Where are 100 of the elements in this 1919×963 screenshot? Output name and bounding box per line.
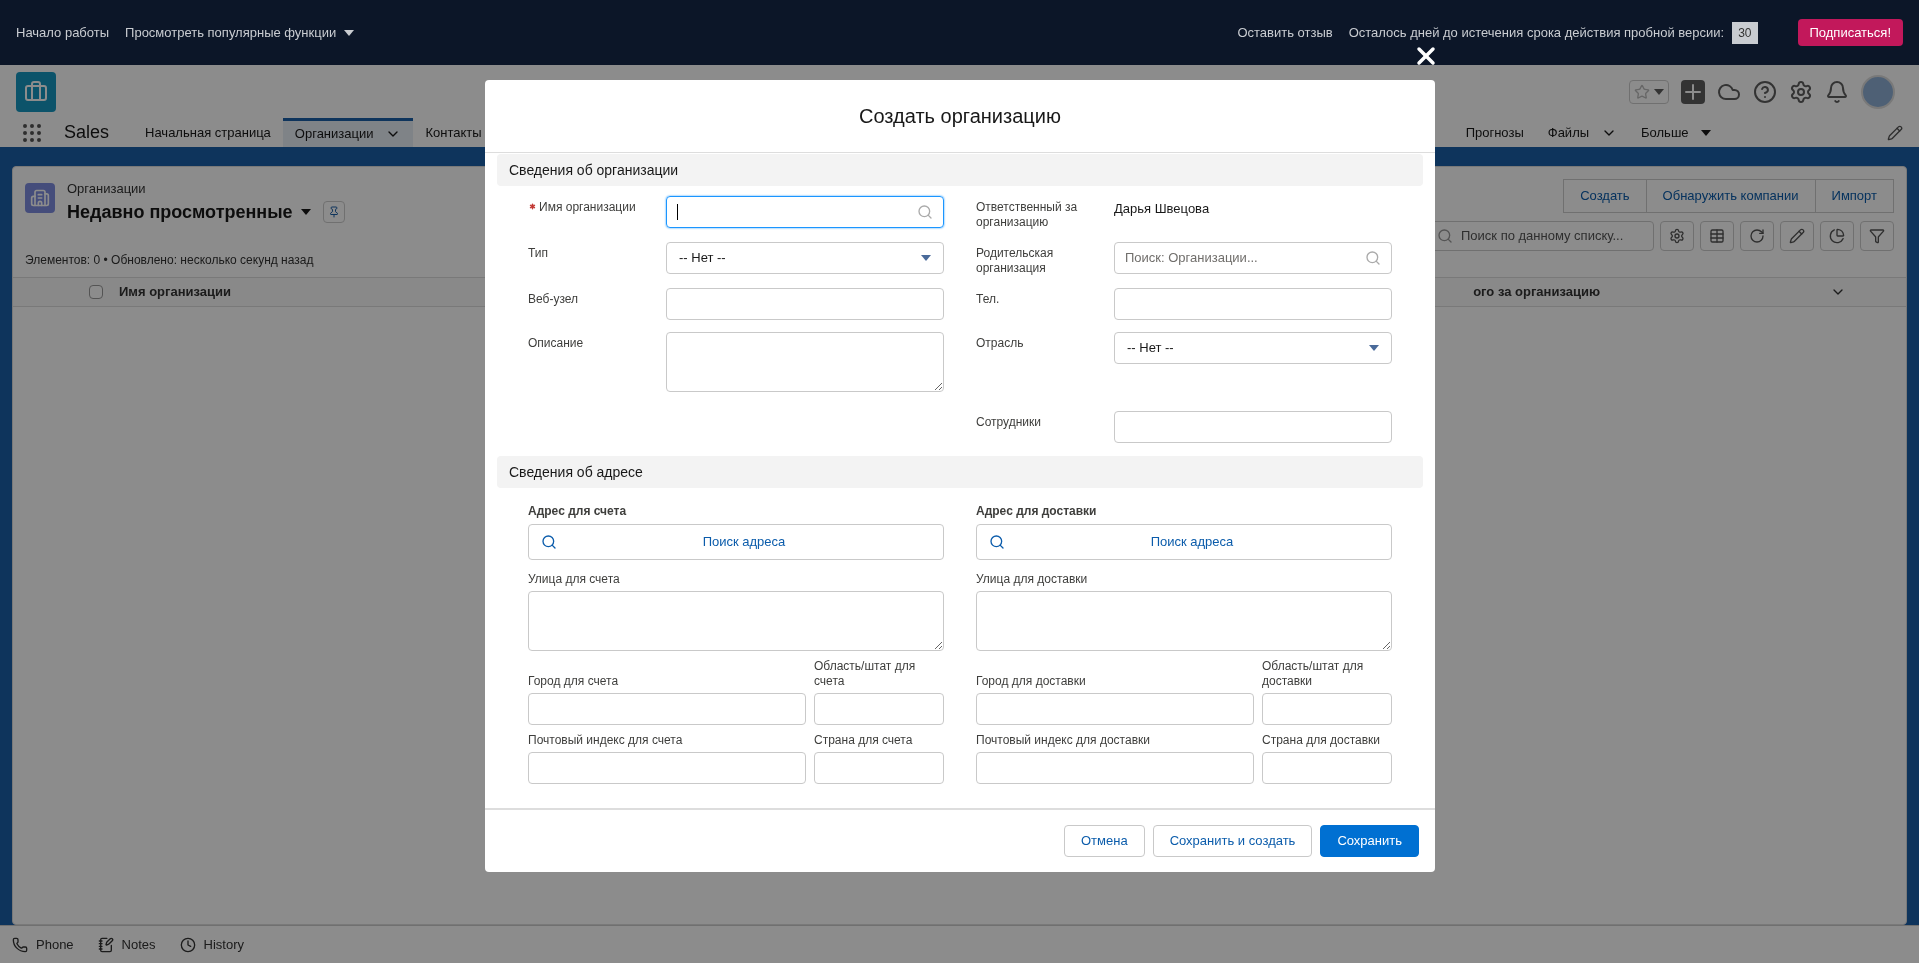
search-icon: [1365, 250, 1381, 266]
input-field[interactable]: [976, 693, 1254, 725]
input-field[interactable]: [814, 693, 944, 725]
caret-icon: [1700, 129, 1711, 136]
lookup-field[interactable]: Поиск: Организации...: [1114, 242, 1392, 274]
pencil-icon: [1789, 227, 1805, 244]
input-field[interactable]: [814, 752, 944, 784]
list-tool-button[interactable]: [1660, 220, 1694, 251]
input-field[interactable]: [528, 752, 806, 784]
column-header[interactable]: Имя организации: [119, 281, 232, 302]
field-label: Описание: [528, 336, 584, 351]
nav-tab[interactable]: Начальная страница: [133, 118, 283, 147]
nav-tab[interactable]: Прогнозы: [1453, 118, 1536, 147]
text-cursor: [677, 204, 678, 220]
nav-tab[interactable]: Файлы: [1535, 118, 1630, 147]
input-field[interactable]: [528, 693, 806, 725]
address-search-button[interactable]: Поиск адреса: [528, 524, 944, 560]
address-heading: Адрес для доставки: [976, 503, 1098, 520]
subscribe-button[interactable]: Подписаться!: [1797, 18, 1903, 47]
input-field[interactable]: [1114, 411, 1392, 443]
address-heading: Адрес для счета: [528, 503, 628, 520]
filter-icon: [1869, 227, 1885, 244]
required-icon: [528, 202, 537, 211]
briefcase-icon: [24, 79, 48, 104]
field-label: Город для счета: [528, 674, 620, 689]
list-tool-button[interactable]: [1780, 220, 1814, 251]
pin-button[interactable]: [322, 201, 345, 223]
action-button[interactable]: Создать: [1563, 179, 1647, 213]
help-icon[interactable]: [1753, 79, 1777, 104]
top-link[interactable]: Начало работы: [16, 22, 110, 43]
list-tool-button[interactable]: [1700, 220, 1734, 251]
section-header[interactable]: Сведения об организации: [497, 154, 1423, 186]
edit-icon[interactable]: [1887, 124, 1903, 141]
field-label: Имя организации: [539, 200, 636, 215]
field-label: Почтовый индекс для доставки: [976, 733, 1151, 748]
trial-text: Осталось дней до истечения срока действия пробной версии:: [1348, 23, 1725, 42]
search-icon: [917, 204, 933, 220]
input-field[interactable]: [1114, 288, 1392, 320]
field-label: Страна для счета: [814, 733, 914, 748]
utility-item[interactable]: Phone: [12, 934, 74, 955]
search-icon: [541, 534, 557, 550]
feedback-link[interactable]: Оставить отзыв: [1237, 22, 1333, 43]
input-field[interactable]: [666, 288, 944, 320]
list-view-selector[interactable]: Недавно просмотренные: [67, 198, 311, 226]
pin-icon: [327, 206, 340, 218]
app-name: Sales: [64, 121, 110, 144]
field-label: Улица для доставки: [976, 572, 1089, 587]
input-field[interactable]: [1262, 693, 1392, 725]
table-icon: [1709, 227, 1725, 244]
owner-value: Дарья Швецова: [1114, 200, 1210, 216]
settings-icon: [1669, 227, 1685, 244]
favorites-button[interactable]: [1629, 79, 1669, 104]
text-area[interactable]: [976, 591, 1392, 651]
action-button[interactable]: Обнаружить компании: [1645, 179, 1816, 213]
field-label: Область/штат для счета: [814, 659, 917, 689]
field-label: Страна для доставки: [1262, 733, 1382, 748]
settings-icon[interactable]: [1789, 79, 1813, 104]
picklist[interactable]: -- Нет --: [666, 242, 944, 274]
input-field[interactable]: [976, 752, 1254, 784]
list-tool-button[interactable]: [1820, 220, 1854, 251]
text-area[interactable]: [666, 332, 944, 392]
input-field[interactable]: [1262, 752, 1392, 784]
notebook-icon: [97, 936, 114, 953]
refresh-icon: [1749, 227, 1765, 244]
caret-icon: [300, 209, 311, 215]
save-button[interactable]: Сохранить: [1320, 825, 1419, 857]
app-logo[interactable]: [16, 71, 56, 112]
field-label: Отрасль: [976, 336, 1024, 351]
days-counter: 30: [1732, 21, 1758, 44]
object-label: Организации: [67, 180, 147, 198]
text-area[interactable]: [528, 591, 944, 651]
modal-title: Создать организацию: [859, 104, 1061, 129]
caret-icon: [344, 29, 355, 36]
address-search-button[interactable]: Поиск адреса: [976, 524, 1392, 560]
pie-chart-icon: [1829, 227, 1845, 244]
utility-item[interactable]: Notes: [97, 934, 156, 955]
nav-tab[interactable]: Больше: [1629, 118, 1723, 147]
search-icon: [1437, 227, 1453, 244]
section-header[interactable]: Сведения об адресе: [497, 456, 1423, 488]
top-link[interactable]: Просмотреть популярные функции: [125, 22, 355, 43]
phone-icon: [12, 936, 28, 953]
field-label: Почтовый индекс для счета: [528, 733, 684, 748]
list-tool-button[interactable]: [1740, 220, 1774, 251]
action-button[interactable]: Импорт: [1814, 179, 1894, 213]
column-header[interactable]: ого за организацию: [1473, 281, 1600, 302]
avatar[interactable]: [1861, 74, 1895, 109]
lookup-field[interactable]: [666, 196, 944, 228]
utility-item[interactable]: History: [179, 934, 244, 955]
nav-tab[interactable]: Организации: [282, 118, 414, 147]
select-all-checkbox[interactable]: [89, 284, 103, 299]
field-label: Город для доставки: [976, 674, 1087, 689]
picklist[interactable]: -- Нет --: [1114, 332, 1392, 364]
list-tool-button[interactable]: [1860, 220, 1894, 251]
add-icon[interactable]: [1681, 79, 1705, 104]
star-icon: [1634, 83, 1650, 100]
clock-icon: [179, 936, 196, 953]
dialog-button[interactable]: Отмена: [1064, 825, 1145, 857]
notifications-icon[interactable]: [1825, 79, 1849, 104]
caret-icon: [1654, 88, 1664, 95]
dialog-button[interactable]: Сохранить и создать: [1152, 825, 1313, 857]
